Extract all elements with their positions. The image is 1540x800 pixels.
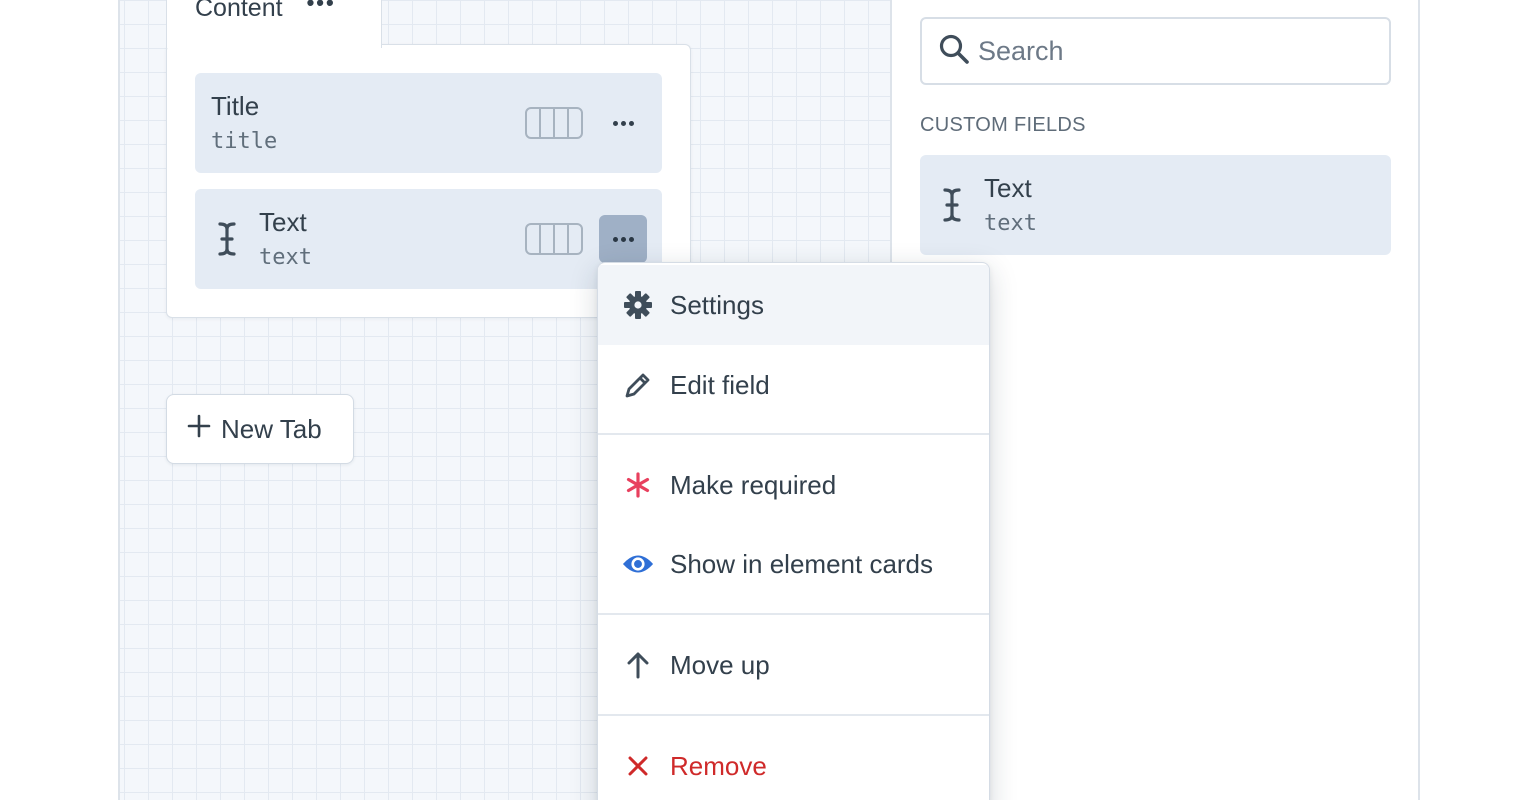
text-cursor-icon: [942, 187, 962, 228]
field-actions-button-active[interactable]: [599, 215, 647, 263]
menu-divider: [598, 613, 989, 615]
x-icon: [622, 750, 654, 782]
menu-label: Settings: [670, 289, 764, 320]
field-card-title[interactable]: Title title: [195, 73, 662, 173]
menu-item-move-up[interactable]: Move up: [598, 625, 989, 705]
field-width-icon[interactable]: [525, 107, 583, 139]
search-box[interactable]: [920, 17, 1391, 85]
ellipsis-icon: [612, 236, 634, 242]
asterisk-icon: [622, 469, 654, 501]
field-actions-menu: Settings Edit field Make required Show i…: [597, 262, 990, 800]
new-tab-button[interactable]: New Tab: [166, 394, 354, 464]
menu-item-remove[interactable]: Remove: [598, 726, 989, 800]
field-handle: text: [984, 211, 1037, 236]
menu-label: Make required: [670, 469, 837, 500]
new-tab-label: New Tab: [221, 413, 322, 444]
field-width-icon[interactable]: [525, 223, 583, 255]
ellipsis-icon: [612, 120, 634, 126]
field-actions-button[interactable]: [599, 99, 647, 147]
menu-item-make-required[interactable]: Make required: [598, 445, 989, 525]
library-field-text[interactable]: Text text: [920, 155, 1391, 255]
menu-item-show-in-cards[interactable]: Show in element cards: [598, 524, 989, 604]
menu-label: Show in element cards: [670, 548, 934, 579]
plus-icon: [187, 414, 211, 445]
field-name: Text: [984, 173, 1032, 203]
field-handle: title: [211, 129, 278, 154]
tab-menu-button[interactable]: •••: [307, 0, 336, 16]
search-input[interactable]: [978, 35, 1378, 67]
menu-divider: [598, 714, 989, 716]
menu-divider: [598, 433, 989, 435]
menu-label: Remove: [670, 750, 767, 781]
pencil-icon: [622, 369, 654, 401]
menu-item-edit-field[interactable]: Edit field: [598, 345, 989, 425]
tab-title: Content: [195, 0, 283, 22]
tab-content[interactable]: Content •••: [166, 0, 382, 48]
field-name: Title: [211, 91, 260, 121]
gear-icon: [622, 289, 654, 321]
search-icon: [938, 33, 970, 70]
field-layout-designer: Content ••• Title title Text text New Ta…: [0, 0, 1540, 800]
menu-label: Edit field: [670, 369, 770, 400]
arrow-up-icon: [622, 649, 654, 681]
field-name: Text: [259, 207, 307, 237]
field-handle: text: [259, 245, 312, 270]
eye-icon: [622, 548, 654, 580]
section-label-custom-fields: CUSTOM FIELDS: [920, 114, 1086, 136]
menu-label: Move up: [670, 649, 770, 680]
field-card-text[interactable]: Text text: [195, 189, 662, 289]
text-cursor-icon: [217, 221, 237, 262]
menu-item-settings[interactable]: Settings: [598, 265, 989, 345]
